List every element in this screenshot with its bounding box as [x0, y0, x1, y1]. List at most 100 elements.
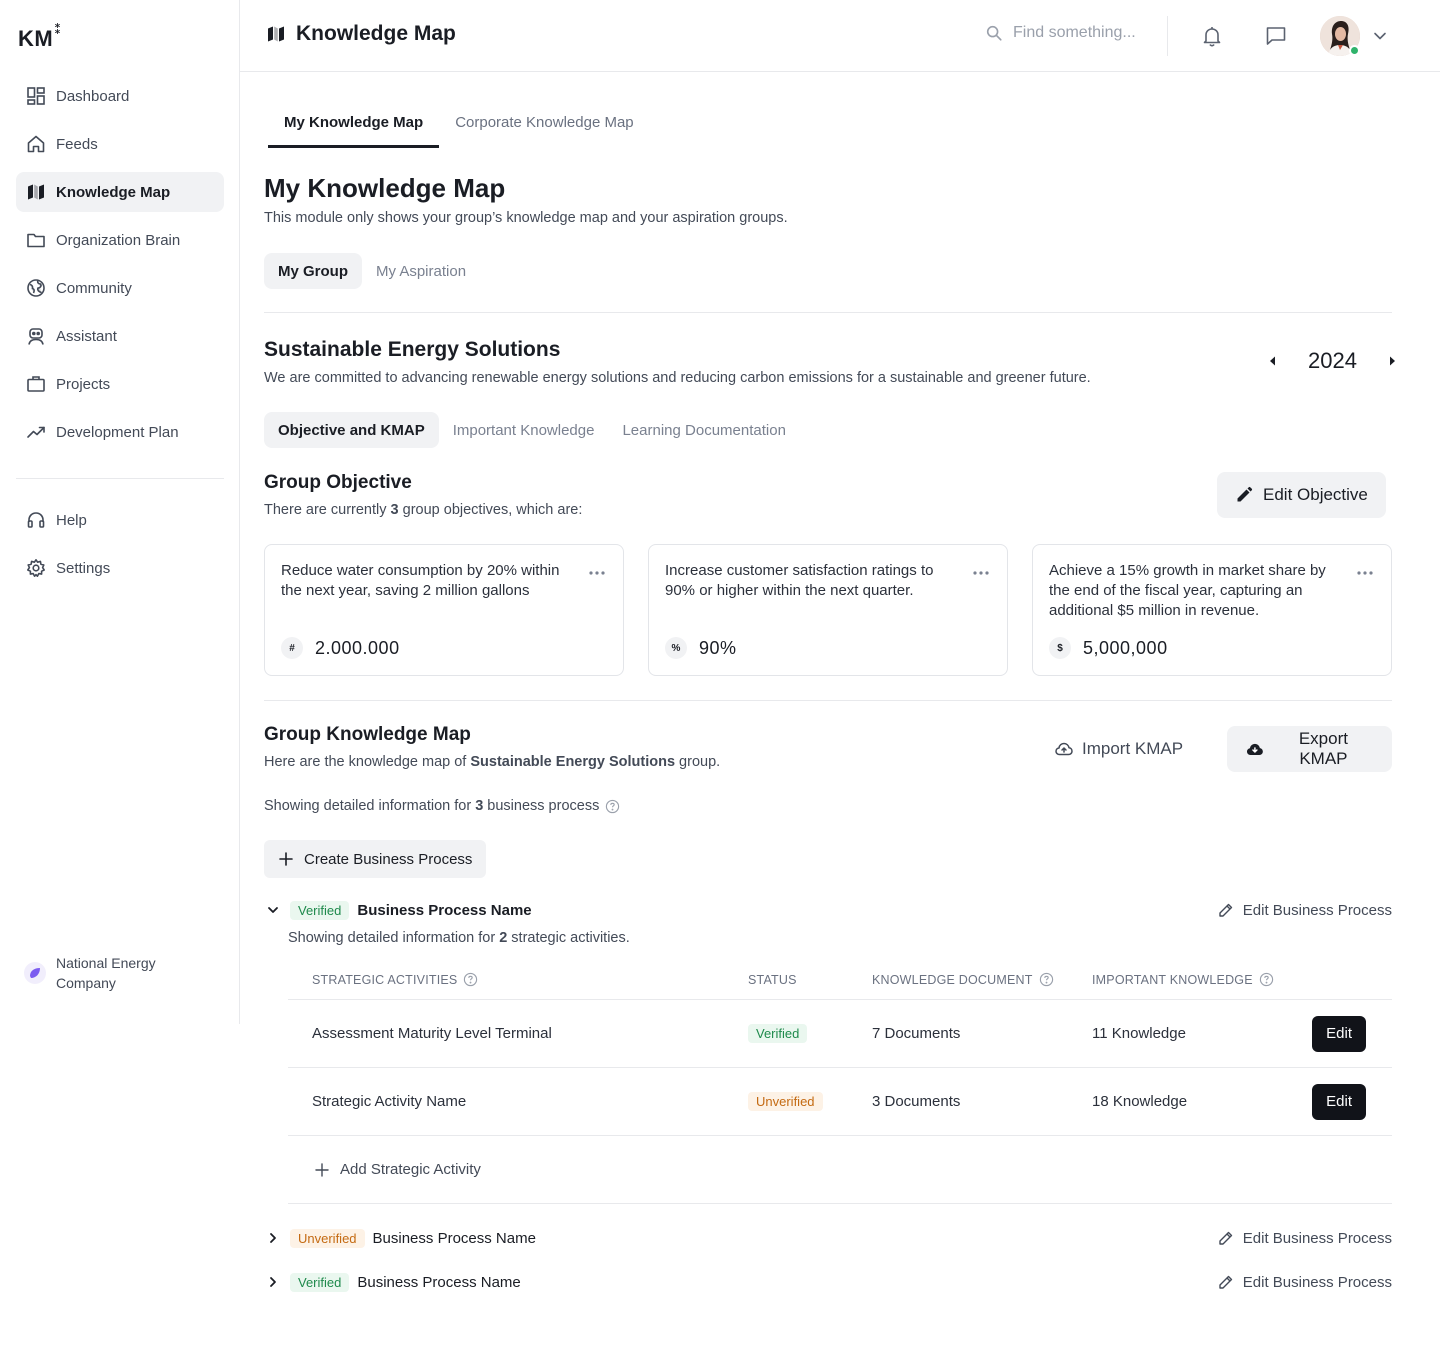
objective-desc-suffix: group objectives, which are: — [402, 502, 583, 518]
objective-card: Reduce water consumption by 20% within t… — [264, 544, 624, 676]
chevron-right-icon[interactable] — [264, 1229, 282, 1247]
search-box[interactable] — [985, 24, 1153, 42]
edit-business-process-button[interactable]: Edit Business Process — [1217, 1273, 1392, 1291]
sidebar-item-knowledge-map[interactable]: Knowledge Map — [16, 172, 224, 212]
more-options-icon[interactable] — [587, 563, 607, 583]
chevron-down-icon[interactable] — [264, 901, 282, 919]
col-header-label: STATUS — [748, 972, 797, 987]
activity-documents[interactable]: 7 Documents — [872, 1025, 1092, 1042]
globe-icon — [27, 279, 45, 297]
edit-activity-button[interactable]: Edit — [1312, 1083, 1366, 1120]
sidebar-item-label: Dashboard — [56, 87, 130, 105]
tab-my-knowledge-map[interactable]: My Knowledge Map — [268, 110, 440, 148]
tab-my-aspiration[interactable]: My Aspiration — [362, 253, 480, 289]
section-tabs: Objective and KMAP Important Knowledge L… — [264, 412, 800, 448]
objective-count: 3 — [390, 502, 399, 518]
gear-icon — [27, 559, 45, 577]
sidebar-item-projects[interactable]: Projects — [16, 364, 224, 404]
create-business-process-button[interactable]: Create Business Process — [264, 840, 487, 878]
tab-important-knowledge[interactable]: Important Knowledge — [439, 412, 609, 448]
bell-icon[interactable] — [1200, 24, 1224, 48]
sidebar-nav: Dashboard Feeds Knowledge Map Organizati… — [16, 76, 224, 460]
bp-summary-count: 3 — [475, 798, 484, 814]
kmap-desc-prefix: Here are the knowledge map of — [264, 754, 467, 770]
tab-learning-documentation[interactable]: Learning Documentation — [608, 412, 799, 448]
sidebar-item-organization-brain[interactable]: Organization Brain — [16, 220, 224, 260]
bp-summary-suffix: business process — [487, 798, 600, 814]
help-circle-icon[interactable] — [1039, 972, 1054, 987]
business-process-row[interactable]: Verified Business Process Name Edit Busi… — [264, 1270, 1392, 1294]
caret-left-icon[interactable] — [1264, 352, 1282, 370]
top-header: Knowledge Map — [240, 0, 1440, 72]
sidebar-item-label: Organization Brain — [56, 231, 181, 249]
app-logo[interactable]: KM ⁑ — [18, 22, 62, 52]
sidebar-item-assistant[interactable]: Assistant — [16, 316, 224, 356]
business-process-name: Business Process Name — [357, 901, 532, 919]
activities-summary-prefix: Showing detailed information for — [288, 930, 496, 946]
sidebar-item-settings[interactable]: Settings — [16, 548, 224, 588]
activity-documents[interactable]: 3 Documents — [872, 1093, 1092, 1110]
edit-business-process-label: Edit Business Process — [1242, 1229, 1392, 1247]
page-title: My Knowledge Map — [264, 173, 506, 203]
table-row: Strategic Activity Name Unverified 3 Doc… — [288, 1068, 1392, 1136]
tab-my-group[interactable]: My Group — [264, 253, 362, 289]
map-icon — [28, 184, 44, 200]
edit-business-process-button[interactable]: Edit Business Process — [1217, 1229, 1392, 1247]
chat-icon[interactable] — [1264, 24, 1288, 48]
col-knowledge-document: KNOWLEDGE DOCUMENT — [872, 972, 1092, 987]
header-title-text: Knowledge Map — [296, 22, 456, 45]
chevron-right-icon[interactable] — [264, 1273, 282, 1291]
import-kmap-button[interactable]: Import KMAP — [1044, 726, 1193, 772]
sidebar-item-help[interactable]: Help — [16, 500, 224, 540]
kmap-title: Group Knowledge Map — [264, 724, 471, 745]
activity-knowledge[interactable]: 11 Knowledge — [1092, 1025, 1312, 1042]
edit-business-process-button[interactable]: Edit Business Process — [1217, 901, 1392, 919]
sidebar-item-label: Knowledge Map — [56, 183, 171, 201]
add-strategic-activity-button[interactable]: Add Strategic Activity — [288, 1136, 1392, 1204]
objective-value: 90% — [699, 637, 737, 658]
company-switcher[interactable]: National Energy Company — [24, 953, 186, 993]
help-circle-icon[interactable] — [605, 799, 620, 814]
status-badge: Verified — [290, 900, 350, 920]
sidebar-item-feeds[interactable]: Feeds — [16, 124, 224, 164]
search-input[interactable] — [1013, 24, 1153, 42]
activity-knowledge[interactable]: 18 Knowledge — [1092, 1093, 1312, 1110]
objective-desc-prefix: There are currently — [264, 502, 387, 518]
header-title: Knowledge Map — [266, 22, 456, 46]
caret-right-icon[interactable] — [1383, 352, 1401, 370]
cloud-download-icon — [1246, 743, 1263, 755]
more-options-icon[interactable] — [1355, 563, 1375, 583]
objective-card: Increase customer satisfaction ratings t… — [648, 544, 1008, 676]
objective-value: 5,000,000 — [1083, 637, 1168, 658]
tab-objective-kmap[interactable]: Objective and KMAP — [264, 412, 439, 448]
sidebar-item-dashboard[interactable]: Dashboard — [16, 76, 224, 116]
chevron-down-icon[interactable] — [1370, 26, 1390, 46]
kmap-desc-suffix: group. — [679, 754, 721, 770]
sidebar-item-label: Help — [56, 511, 87, 529]
page-subtitle: This module only shows your group’s know… — [264, 210, 788, 226]
plus-icon — [315, 1162, 329, 1177]
tab-corporate-knowledge-map[interactable]: Corporate Knowledge Map — [439, 110, 649, 148]
export-kmap-button[interactable]: Export KMAP — [1227, 726, 1392, 772]
logo-text: KM — [18, 26, 54, 51]
sidebar-item-development-plan[interactable]: Development Plan — [16, 412, 224, 452]
business-process-name: Business Process Name — [372, 1229, 536, 1247]
company-logo-icon — [24, 962, 46, 984]
more-options-icon[interactable] — [971, 563, 991, 583]
business-process-row[interactable]: Unverified Business Process Name Edit Bu… — [264, 1226, 1392, 1250]
objective-cards: Reduce water consumption by 20% within t… — [264, 544, 1392, 676]
status-badge: Unverified — [290, 1228, 365, 1248]
col-header-label: KNOWLEDGE DOCUMENT — [872, 972, 1033, 987]
business-process-row[interactable]: Verified Business Process Name Edit Busi… — [264, 898, 1392, 922]
sidebar-divider — [16, 478, 224, 479]
business-process-summary: Showing detailed information for 3 busin… — [264, 798, 620, 814]
help-circle-icon[interactable] — [463, 972, 478, 987]
sidebar-item-community[interactable]: Community — [16, 268, 224, 308]
help-circle-icon[interactable] — [1259, 972, 1274, 987]
create-business-process-label: Create Business Process — [304, 850, 473, 868]
activities-summary-suffix: strategic activities. — [511, 930, 630, 946]
edit-objective-button[interactable]: Edit Objective — [1217, 472, 1386, 518]
edit-activity-button[interactable]: Edit — [1312, 1015, 1366, 1052]
kmap-group-name: Sustainable Energy Solutions — [470, 754, 676, 770]
col-important-knowledge: IMPORTANT KNOWLEDGE — [1092, 972, 1312, 987]
